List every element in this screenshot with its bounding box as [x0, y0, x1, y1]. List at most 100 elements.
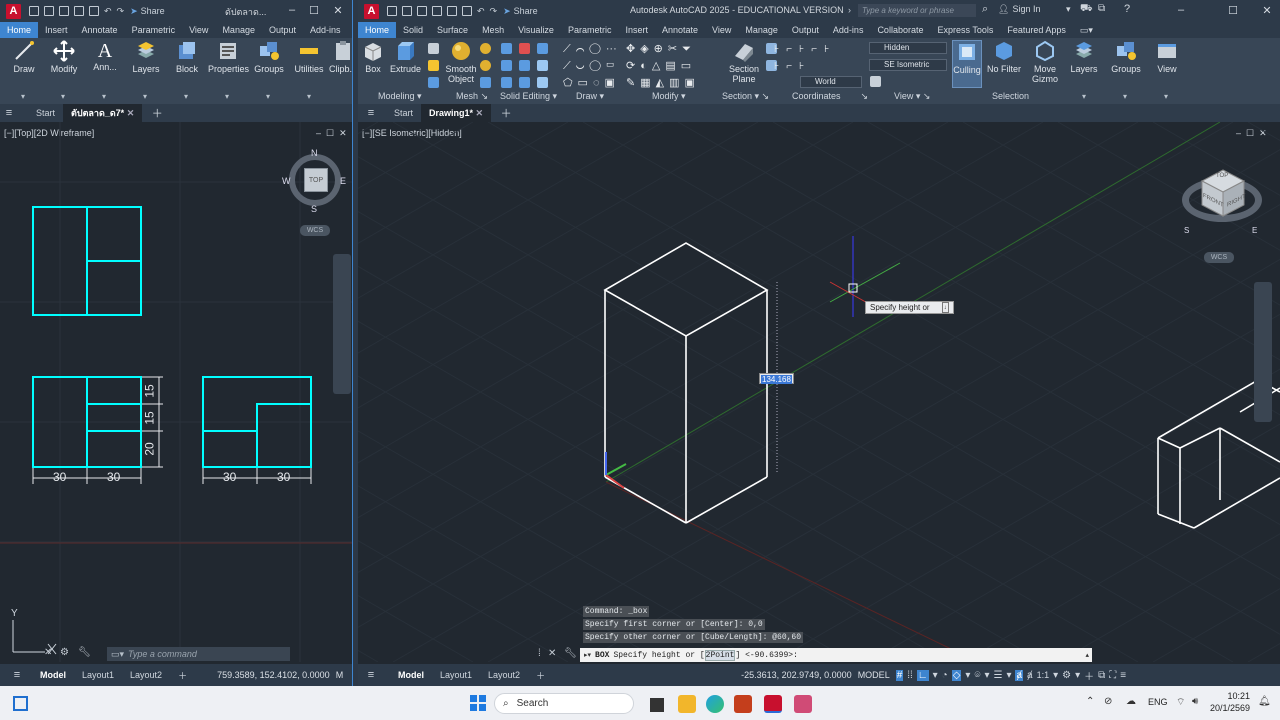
close-icon[interactable]: ✕	[44, 647, 52, 658]
drawing-tab[interactable]: ตัปตลาด_ด7* ✕	[63, 104, 143, 122]
model-space-button[interactable]: M	[336, 670, 344, 680]
ribbon-tab-view[interactable]: View	[182, 22, 215, 38]
subtract-icon[interactable]	[519, 43, 530, 54]
lineweight-icon[interactable]: ☰	[993, 670, 1002, 681]
menu-icon[interactable]: ≡	[362, 107, 380, 119]
compass-e[interactable]: E	[340, 176, 346, 186]
ribbon-tab-view[interactable]: View	[705, 22, 738, 38]
ribbon-tab-express-tools[interactable]: Express Tools	[930, 22, 1000, 38]
new-tab-plus-icon[interactable]: ＋	[148, 105, 166, 121]
chevron-down-icon[interactable]: ▾	[61, 92, 65, 101]
autocad-taskbar-icon[interactable]	[764, 695, 782, 713]
wifi-icon[interactable]: ⌔	[1176, 696, 1185, 709]
windows-start-icon[interactable]	[470, 695, 486, 711]
viewcube-top-face[interactable]: TOP	[304, 168, 328, 192]
taskbar-search-box[interactable]: ⌕ Search	[494, 693, 634, 714]
ribbon-tab-surface[interactable]: Surface	[430, 22, 475, 38]
panel-label-coordinates[interactable]: Coordinates ↘	[792, 91, 868, 103]
ribbon-tab-home[interactable]: Home	[0, 22, 39, 38]
cart-icon[interactable]: ⛟	[1080, 3, 1093, 16]
chevron-down-icon[interactable]: ▾	[1164, 92, 1168, 101]
notification-bell-icon[interactable]: 🔔︎	[1258, 696, 1271, 707]
minimize-button[interactable]: –	[1172, 4, 1190, 16]
navigation-bar[interactable]	[333, 254, 351, 394]
ribbon-options-icon[interactable]: ▭▾	[1073, 22, 1100, 38]
down-arrow-icon[interactable]: ↓	[941, 302, 949, 313]
groups-tool-button[interactable]: Groups	[252, 40, 286, 74]
open-folder-icon[interactable]	[402, 6, 412, 16]
wcs-dropdown[interactable]: WCS	[1204, 252, 1234, 263]
chevron-down-icon[interactable]: ▾	[1006, 670, 1011, 681]
model-space-button[interactable]: MODEL	[858, 670, 890, 680]
customize-icon[interactable]: ⚙	[60, 647, 69, 658]
viewport-icon[interactable]	[870, 76, 881, 87]
add-layout-plus-icon[interactable]: ＋	[528, 669, 553, 682]
powerpoint-icon[interactable]	[734, 695, 752, 713]
viewcube-top-label[interactable]: TOP	[1216, 173, 1228, 179]
minimize-button[interactable]: –	[283, 4, 301, 16]
ribbon-tab-collaborate[interactable]: Collaborate	[870, 22, 930, 38]
snap-icon[interactable]: ⁞⁞	[907, 670, 913, 681]
command-line-input[interactable]: ▸▾ BOX Specify height or [2Point] <-90.6…	[580, 648, 1092, 662]
help-search-input[interactable]: Type a keyword or phrase	[858, 4, 976, 17]
no-filter-button[interactable]: No Filter	[986, 40, 1022, 74]
layers-tool-button[interactable]: Layers	[130, 40, 162, 74]
polar-icon[interactable]: ◔	[942, 670, 948, 681]
ribbon-tab-insert[interactable]: Insert	[618, 22, 655, 38]
ribbon-tab-manage[interactable]: Manage	[215, 22, 262, 38]
layout1-tab[interactable]: Layout1	[74, 670, 122, 680]
panel-label-modeling[interactable]: Modeling ▾	[378, 91, 422, 103]
drawing1-tab[interactable]: Drawing1* ✕	[421, 104, 492, 122]
smooth-object-button[interactable]: Smooth Object	[442, 40, 480, 84]
chevron-down-icon[interactable]: ▾	[984, 670, 989, 681]
snipping-tool-icon[interactable]	[794, 695, 812, 713]
tray-app-icon[interactable]: ⊘	[1104, 696, 1112, 707]
panel-label-draw[interactable]: Draw ▾	[576, 91, 604, 103]
panel-label-selection[interactable]: Selection	[992, 91, 1029, 103]
model-tab[interactable]: Model	[32, 670, 74, 680]
compass-e[interactable]: E	[1252, 226, 1257, 235]
desktop-widget-icon[interactable]	[13, 696, 28, 711]
plus-icon[interactable]: ＋	[1084, 668, 1094, 683]
ribbon-tab-featured-apps[interactable]: Featured Apps	[1000, 22, 1073, 38]
ribbon-tab-manage[interactable]: Manage	[738, 22, 785, 38]
sphere-icon[interactable]	[428, 60, 439, 71]
box-tool-button[interactable]: Box	[360, 40, 386, 74]
ribbon-tab-annotate[interactable]: Annotate	[75, 22, 125, 38]
arrow-right-icon[interactable]: ›	[848, 5, 851, 15]
redo-icon[interactable]: ↷	[490, 6, 498, 17]
add-layout-plus-icon[interactable]: ＋	[170, 669, 195, 682]
culling-button[interactable]: Culling	[952, 40, 982, 88]
thicken-icon[interactable]	[537, 60, 548, 71]
compass-n[interactable]: N	[311, 148, 318, 158]
save-as-icon[interactable]	[432, 6, 442, 16]
chevron-down-icon[interactable]: ▾	[1123, 92, 1127, 101]
chevron-down-icon[interactable]: ▾	[1075, 670, 1080, 681]
ucs-world-dropdown[interactable]: World	[800, 76, 862, 88]
ortho-icon[interactable]: ∟	[916, 669, 929, 681]
wrench-icon[interactable]: 🔧︎	[78, 647, 91, 658]
menu-icon[interactable]: ≡	[0, 107, 18, 119]
extrude-tool-button[interactable]: Extrude	[390, 40, 421, 74]
onedrive-icon[interactable]: ☁	[1126, 696, 1136, 707]
ribbon-tab-output[interactable]: Output	[262, 22, 303, 38]
fillet-edge-icon[interactable]	[501, 60, 512, 71]
new-tab-plus-icon[interactable]: ＋	[497, 105, 515, 121]
ribbon-tab-parametric[interactable]: Parametric	[561, 22, 619, 38]
ribbon-tab-annotate[interactable]: Annotate	[655, 22, 705, 38]
close-icon[interactable]: ✕	[548, 648, 556, 659]
osnap-icon[interactable]: ⌾	[974, 670, 980, 681]
network-icon[interactable]: ⧉	[1098, 3, 1105, 14]
save-as-icon[interactable]	[74, 6, 84, 16]
chevron-down-icon[interactable]: ▾	[307, 92, 311, 101]
maximize-button[interactable]: ☐	[305, 4, 323, 17]
dynamic-input-field[interactable]: 134.168	[759, 373, 794, 384]
annotation-visibility-icon[interactable]: ⱥ	[1027, 670, 1033, 681]
web-icon[interactable]	[447, 6, 457, 16]
menu-icon[interactable]: ≡	[362, 669, 380, 681]
panel-label-mesh[interactable]: Mesh ↘	[456, 91, 488, 103]
modify-tools-icons[interactable]: ✥◈⊕✂⏷ ⟳◐△▤▭ ✎▦◭▥▣	[626, 41, 700, 92]
move-gizmo-button[interactable]: Move Gizmo	[1028, 40, 1062, 84]
chevron-up-icon[interactable]: ⌃	[1086, 696, 1094, 707]
panel-label-view[interactable]: View ▾ ↘	[894, 91, 930, 103]
